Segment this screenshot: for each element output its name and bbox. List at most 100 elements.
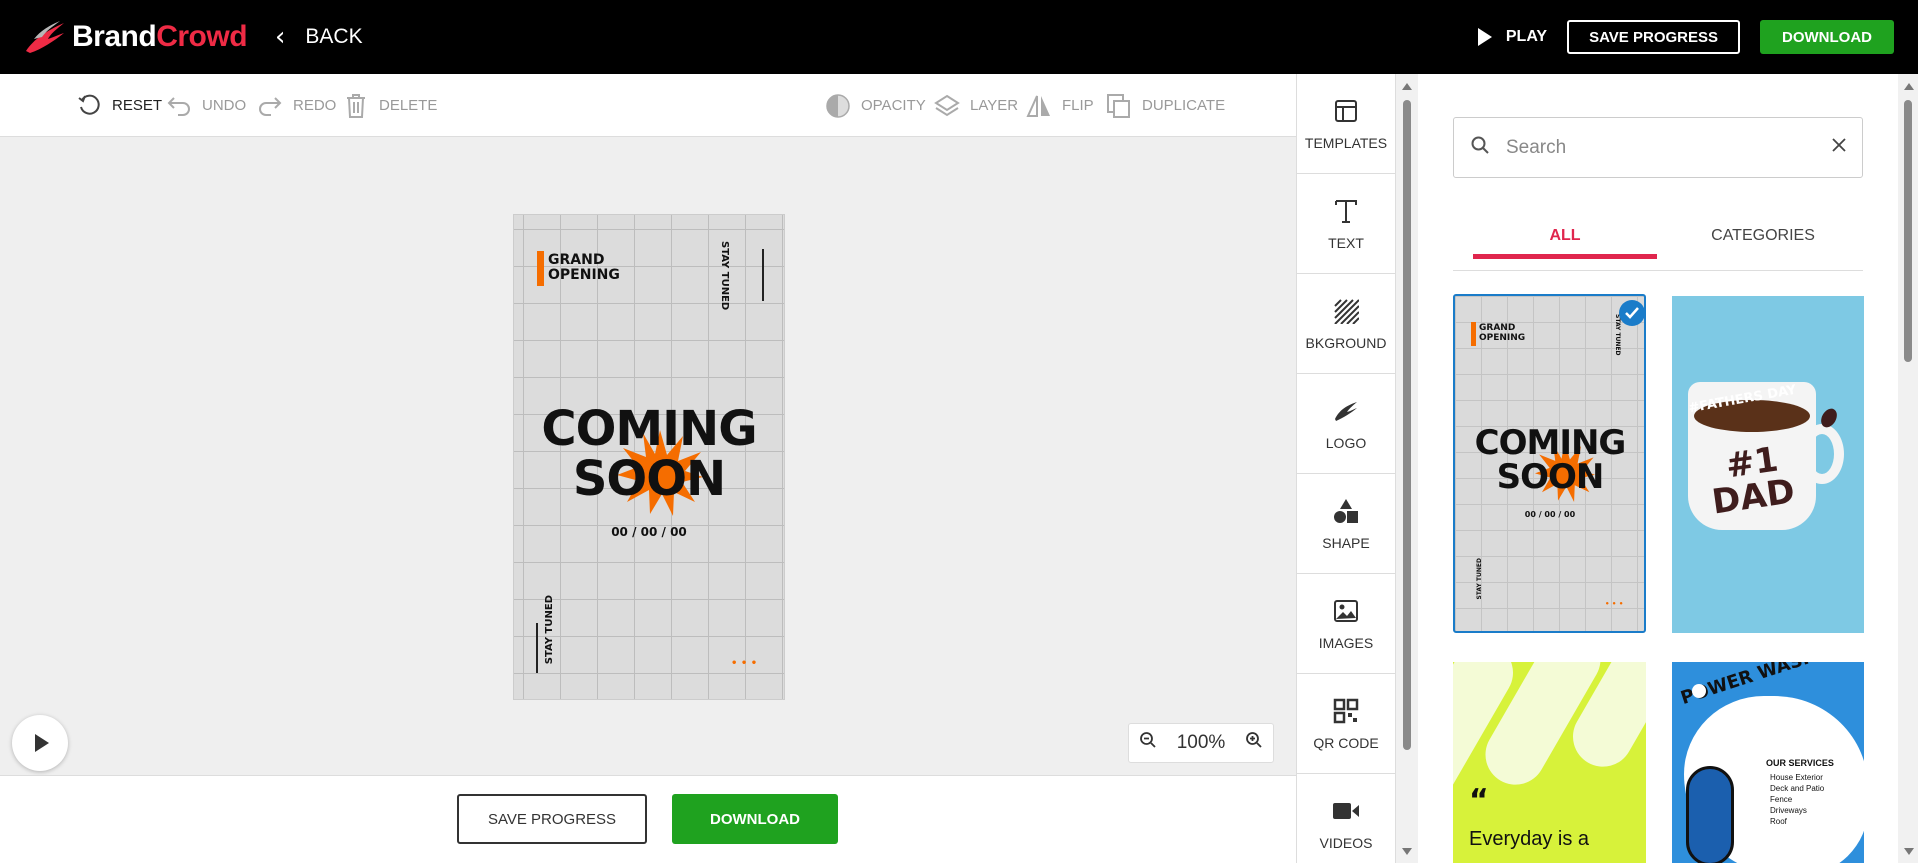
nav-templates-label: TEMPLATES	[1304, 134, 1388, 151]
nav-logo-label: LOGO	[1325, 434, 1367, 451]
qr-code-icon	[1332, 697, 1360, 725]
redo-icon	[257, 93, 283, 119]
panel-scrollbar[interactable]	[1898, 74, 1918, 863]
tpl3-quote: Everyday is a	[1469, 828, 1590, 850]
reset-button[interactable]: RESET	[76, 74, 162, 137]
flip-button[interactable]: FLIP	[1026, 74, 1094, 137]
videos-icon	[1332, 797, 1360, 825]
template-card-coming-soon[interactable]: GRAND OPENING STAY TUNED COMING SOON 00 …	[1453, 294, 1646, 633]
save-progress-button[interactable]: SAVE PROGRESS	[1567, 20, 1740, 54]
clear-search-icon[interactable]	[1832, 138, 1846, 157]
back-label: BACK	[305, 25, 363, 48]
download-bottom-button[interactable]: DOWNLOAD	[672, 794, 838, 844]
play-icon	[35, 734, 49, 752]
tpl4-service: Fence	[1770, 795, 1793, 804]
tpl1-coming: COMING	[1474, 423, 1627, 463]
nav-videos[interactable]: VIDEOS	[1297, 774, 1395, 863]
tpl4-bubble	[1692, 684, 1706, 698]
flip-label: FLIP	[1062, 97, 1094, 114]
tpl4-services-list: House Exterior Deck and Patio Fence Driv…	[1770, 772, 1824, 827]
undo-button[interactable]: UNDO	[166, 74, 246, 137]
tpl3-quote-mark: “	[1469, 783, 1489, 818]
brandcrowd-logo-icon	[26, 21, 64, 53]
date-text[interactable]: 00 / 00 / 00	[514, 525, 784, 539]
templates-icon	[1332, 97, 1360, 125]
nav-qr-code[interactable]: QR CODE	[1297, 674, 1395, 774]
scroll-up-icon[interactable]	[1904, 83, 1914, 90]
edit-toolbar: RESET UNDO REDO DELETE OPACITY LAYER FLI…	[0, 74, 1296, 137]
save-progress-bottom-button[interactable]: SAVE PROGRESS	[457, 794, 647, 844]
opacity-icon	[825, 93, 851, 119]
search-input[interactable]: Search	[1506, 137, 1832, 159]
layer-button[interactable]: LAYER	[934, 74, 1018, 137]
scroll-down-icon[interactable]	[1402, 848, 1412, 855]
duplicate-button[interactable]: DUPLICATE	[1106, 74, 1225, 137]
tpl1-accent-bar	[1471, 322, 1476, 346]
layers-icon	[934, 93, 960, 119]
redo-button[interactable]: REDO	[257, 74, 336, 137]
panel-scroll-thumb[interactable]	[1904, 100, 1912, 362]
tpl4-services-title: OUR SERVICES	[1766, 758, 1834, 768]
scroll-up-icon[interactable]	[1402, 83, 1412, 90]
nav-shape[interactable]: SHAPE	[1297, 474, 1395, 574]
tpl4-service: Roof	[1770, 817, 1787, 826]
play-button[interactable]: PLAY	[1477, 28, 1547, 46]
poster-divider-bottom	[536, 623, 538, 673]
delete-button[interactable]: DELETE	[343, 74, 437, 137]
design-canvas[interactable]: GRAND OPENING STAY TUNED COMING SOON 00 …	[513, 214, 785, 700]
sidenav-scroll-thumb[interactable]	[1403, 100, 1411, 750]
zoom-out-icon[interactable]	[1139, 731, 1157, 755]
delete-label: DELETE	[379, 97, 438, 114]
template-card-power-washing[interactable]: POWER WASHING OUR SERVICES House Exterio…	[1672, 662, 1864, 863]
shape-icon	[1332, 497, 1360, 525]
trash-icon	[343, 93, 369, 119]
reset-label: RESET	[112, 97, 163, 114]
tpl1-soon: SOON	[1496, 457, 1605, 497]
brandcrowd-logo[interactable]: BrandCrowd	[24, 17, 248, 57]
soon-text[interactable]: SOON	[514, 455, 784, 503]
grand-opening-text[interactable]: GRAND OPENING	[548, 253, 620, 283]
opacity-button[interactable]: OPACITY	[825, 74, 926, 137]
template-card-everyday[interactable]: “ Everyday is a	[1453, 662, 1646, 863]
side-nav: TEMPLATES TEXT BKGROUND LOGO SHAPE IMAGE…	[1296, 74, 1396, 863]
stay-tuned-top-text[interactable]: STAY TUNED	[719, 241, 730, 310]
active-tab-indicator	[1473, 254, 1657, 259]
nav-images-label: IMAGES	[1318, 634, 1374, 651]
back-button[interactable]: ‹ BACK	[275, 22, 363, 52]
duplicate-icon	[1106, 93, 1132, 119]
background-icon	[1332, 297, 1360, 325]
download-button[interactable]: DOWNLOAD	[1760, 20, 1894, 54]
tpl4-service: House Exterior	[1770, 773, 1823, 782]
nav-images[interactable]: IMAGES	[1297, 574, 1395, 674]
tpl1-grand: GRAND	[1479, 323, 1516, 333]
nav-text[interactable]: TEXT	[1297, 174, 1395, 274]
stay-tuned-bottom-text[interactable]: STAY TUNED	[544, 595, 555, 664]
scroll-down-icon[interactable]	[1904, 848, 1914, 855]
bottom-bar: SAVE PROGRESS DOWNLOAD	[0, 775, 1296, 863]
preview-play-button[interactable]	[12, 715, 68, 771]
tpl1-dots: • • •	[1605, 600, 1624, 608]
template-card-fathers-day[interactable]: #FATHERS DAY #1 DAD	[1672, 296, 1864, 633]
undo-label: UNDO	[202, 97, 247, 114]
nav-background[interactable]: BKGROUND	[1297, 274, 1395, 374]
nav-videos-label: VIDEOS	[1319, 834, 1373, 851]
zoom-in-icon[interactable]	[1245, 731, 1263, 755]
coming-text[interactable]: COMING	[514, 405, 784, 453]
images-icon	[1332, 597, 1360, 625]
tab-categories[interactable]: CATEGORIES	[1663, 211, 1863, 261]
duplicate-label: DUPLICATE	[1142, 97, 1226, 114]
flip-icon	[1026, 93, 1052, 119]
undo-icon	[166, 93, 192, 119]
redo-label: REDO	[293, 97, 337, 114]
orange-dots[interactable]: • • •	[731, 658, 757, 669]
top-bar: BrandCrowd ‹ BACK PLAY SAVE PROGRESS DOW…	[0, 0, 1918, 74]
tpl4-washer	[1686, 766, 1734, 863]
nav-shape-label: SHAPE	[1322, 534, 1370, 551]
nav-logo[interactable]: LOGO	[1297, 374, 1395, 474]
canvas-area[interactable]: GRAND OPENING STAY TUNED COMING SOON 00 …	[0, 137, 1296, 775]
sidenav-scrollbar[interactable]	[1396, 74, 1418, 863]
search-field[interactable]: Search	[1453, 117, 1863, 178]
poster-divider-top	[762, 249, 764, 301]
nav-templates[interactable]: TEMPLATES	[1297, 74, 1395, 174]
nav-qr-code-label: QR CODE	[1313, 734, 1379, 751]
